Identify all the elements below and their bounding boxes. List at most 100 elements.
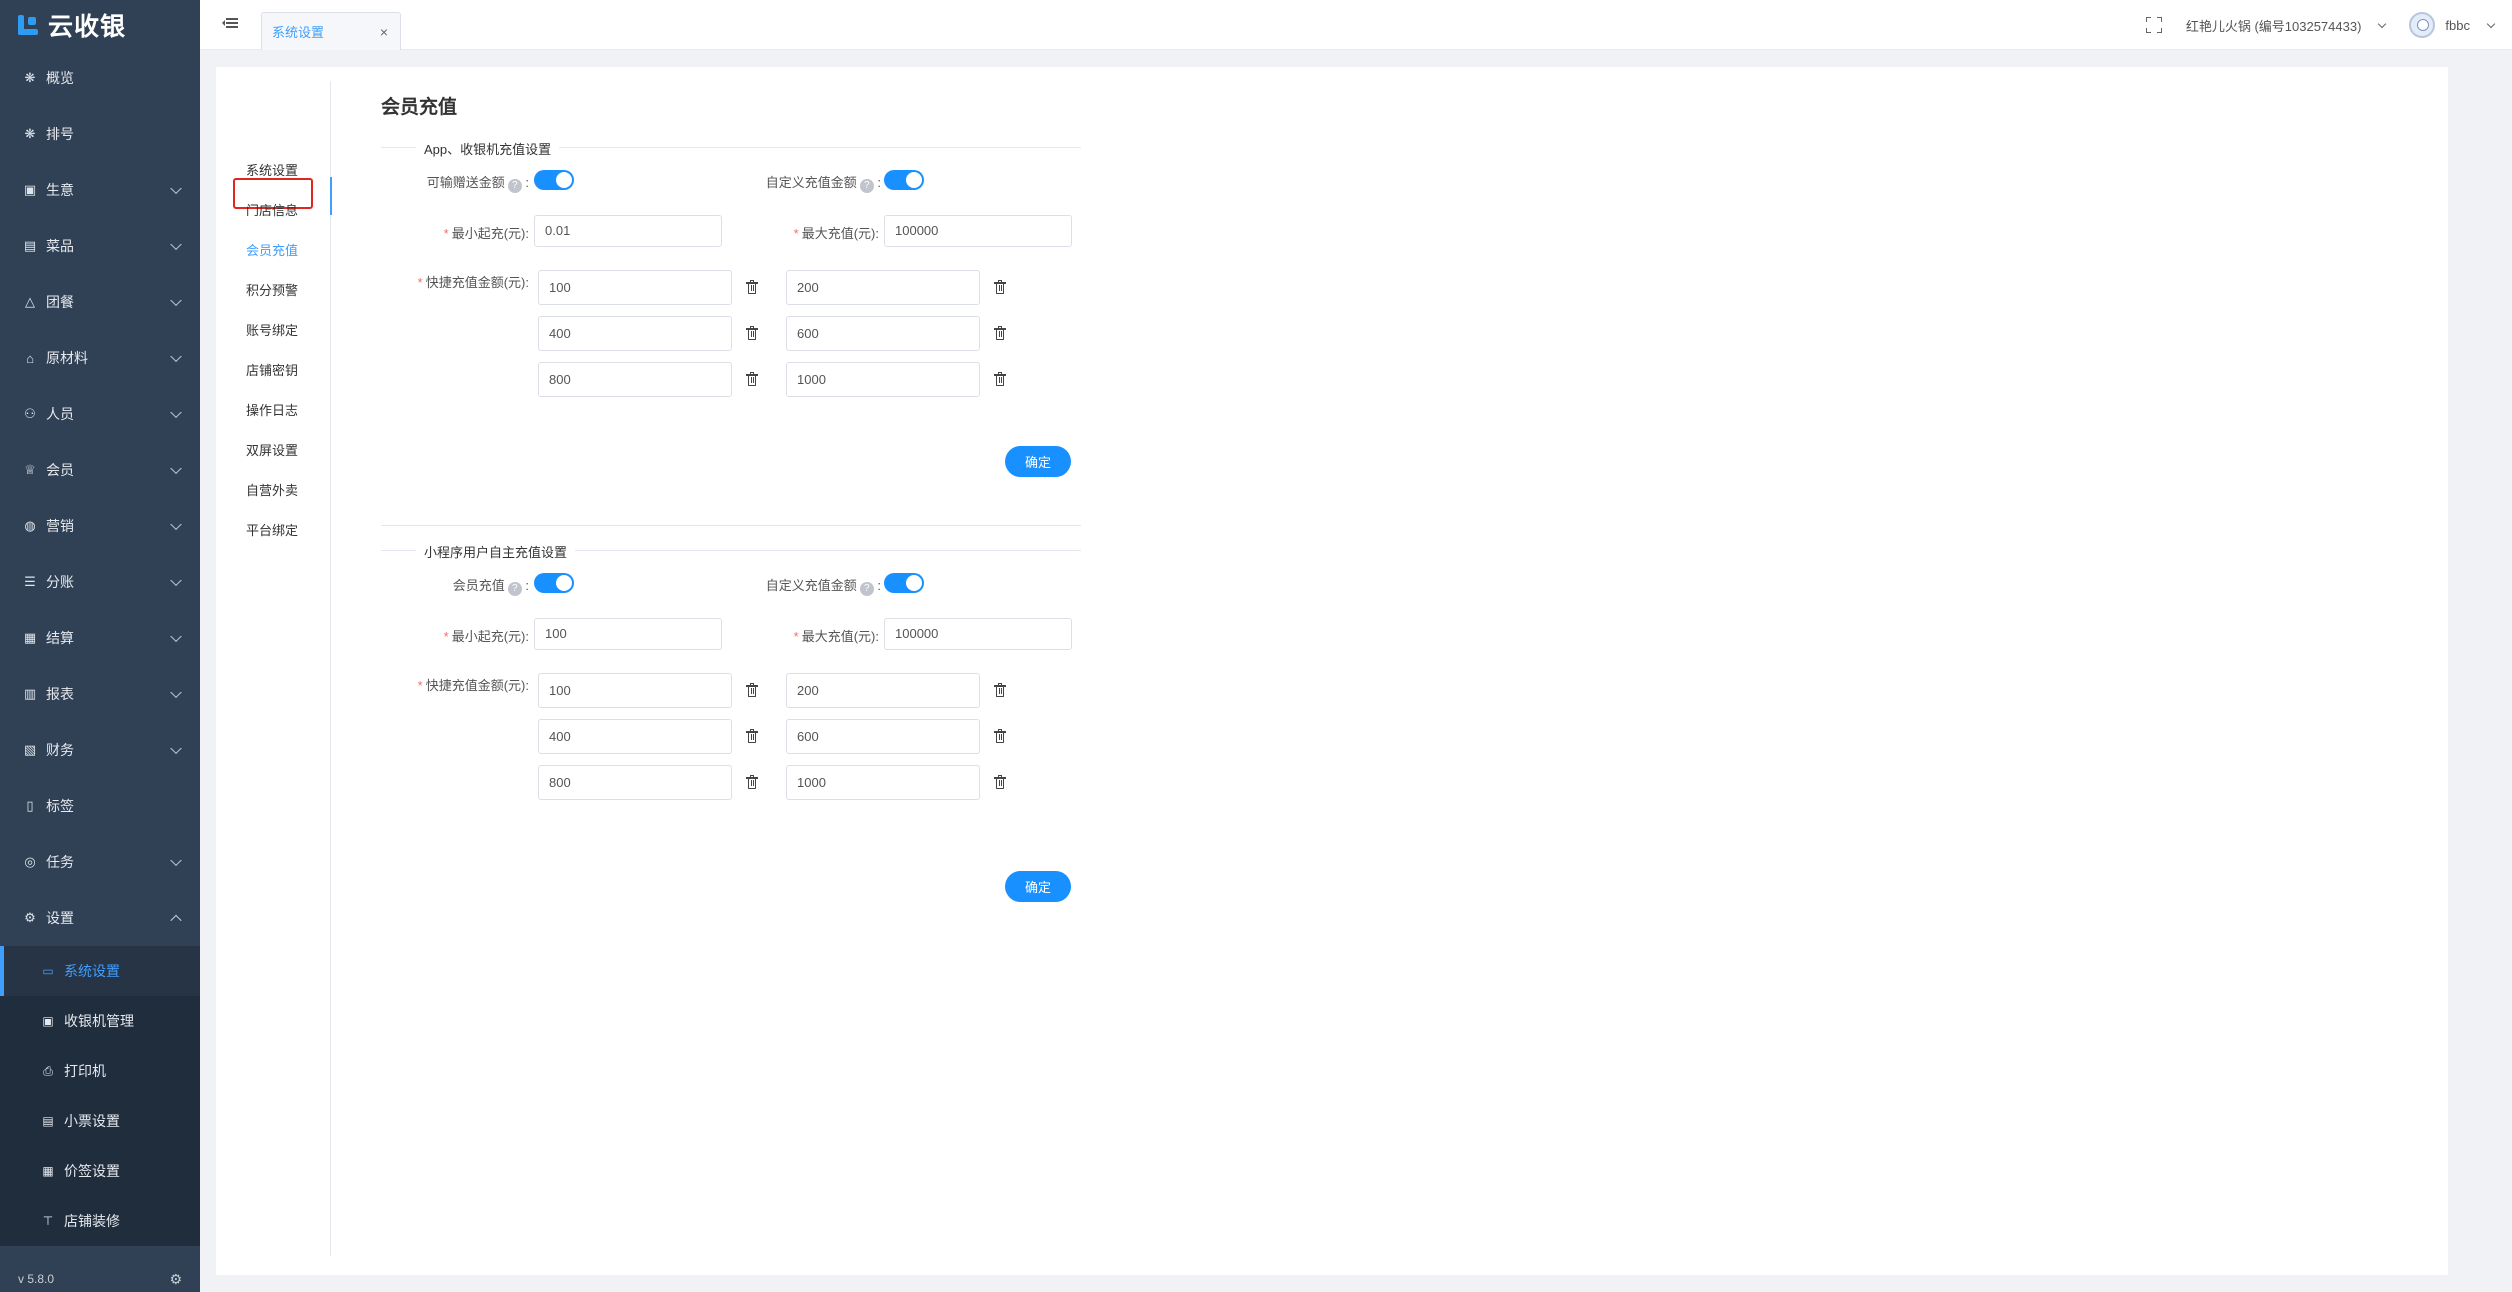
submenu-item[interactable]: ▭ 系统设置 [0, 946, 200, 996]
sidebar-item-label: 结算 [46, 630, 74, 646]
business-icon: ▣ [23, 182, 37, 197]
toggle-switch[interactable] [534, 170, 574, 190]
trash-icon[interactable] [746, 280, 758, 294]
subnav-item[interactable]: 系统设置 [246, 160, 298, 179]
main-card: 系统设置门店信息会员充值积分预警账号绑定店铺密钥操作日志双屏设置自营外卖平台绑定… [216, 67, 2448, 1275]
subnav-item[interactable]: 会员充值 [246, 240, 298, 259]
quick-amount-input[interactable]: 100 [538, 270, 732, 305]
staff-icon: ⚇ [24, 406, 36, 421]
trash-icon[interactable] [994, 280, 1006, 294]
trash-icon[interactable] [994, 372, 1006, 386]
subnav-item[interactable]: 门店信息 [246, 200, 298, 219]
max-recharge-input[interactable]: 100000 [884, 618, 1072, 650]
toggle-switch[interactable] [884, 573, 924, 593]
tab-system-settings[interactable]: 系统设置 × [261, 12, 401, 50]
toggle-label: 自定义充值金额? : [736, 172, 881, 193]
sidebar-item[interactable]: ▯ 标签 [0, 778, 200, 834]
trash-icon[interactable] [746, 729, 758, 743]
submenu-item[interactable]: ⎙ 打印机 [0, 1046, 200, 1096]
help-icon[interactable]: ? [859, 179, 874, 193]
monitor-icon: ▭ [42, 964, 54, 978]
max-recharge-label: * 最大充值(元): [744, 626, 879, 645]
sidebar-item[interactable]: ▣ 生意 [0, 162, 200, 218]
max-recharge-input[interactable]: 100000 [884, 215, 1072, 247]
trash-icon[interactable] [746, 372, 758, 386]
avatar[interactable] [2409, 12, 2436, 38]
subnav-item[interactable]: 店铺密钥 [246, 360, 298, 379]
sidebar-item[interactable]: △ 团餐 [0, 274, 200, 330]
quick-amount-input[interactable]: 800 [538, 765, 732, 800]
min-recharge-input[interactable]: 0.01 [534, 215, 722, 247]
app-name: 云收银 [48, 13, 127, 41]
quick-amount-input[interactable]: 1000 [786, 362, 980, 397]
finance-icon: ▧ [23, 742, 37, 757]
sidebar-item[interactable]: ▦ 结算 [0, 610, 200, 666]
subnav-item[interactable]: 自营外卖 [246, 480, 298, 499]
user-name[interactable]: fbbc [2445, 18, 2470, 33]
help-icon[interactable]: ? [507, 179, 522, 193]
submenu-item-label: 价签设置 [64, 1163, 120, 1179]
quick-amount-input[interactable]: 200 [786, 270, 980, 305]
quick-amount-input[interactable]: 400 [538, 719, 732, 754]
confirm-button[interactable]: 确定 [1005, 871, 1071, 902]
trash-icon[interactable] [994, 326, 1006, 340]
quick-amount-input[interactable]: 600 [786, 719, 980, 754]
store-selector[interactable]: 红艳儿火锅 (编号1032574433) [2186, 16, 2362, 35]
sidebar-item[interactable]: ▤ 菜品 [0, 218, 200, 274]
subnav-item[interactable]: 平台绑定 [246, 520, 298, 539]
sidebar-item[interactable]: ❋ 概览 [0, 50, 200, 106]
collapse-menu-icon[interactable] [222, 16, 238, 30]
sidebar-item-label: 排号 [46, 126, 74, 142]
trash-icon[interactable] [994, 729, 1006, 743]
sidebar-item[interactable]: ⌂ 原材料 [0, 330, 200, 386]
help-icon[interactable]: ? [507, 582, 522, 596]
submenu-item[interactable]: ▦ 价签设置 [0, 1146, 200, 1196]
quick-amount-input[interactable]: 1000 [786, 765, 980, 800]
sidebar-item[interactable]: ◎ 任务 [0, 834, 200, 890]
confirm-button[interactable]: 确定 [1005, 446, 1071, 477]
sidebar-item[interactable]: ▥ 报表 [0, 666, 200, 722]
subnav-item[interactable]: 账号绑定 [246, 320, 298, 339]
quick-amount-input[interactable]: 200 [786, 673, 980, 708]
subnav-item[interactable]: 操作日志 [246, 400, 298, 419]
quick-amount-input[interactable]: 600 [786, 316, 980, 351]
submenu-item[interactable]: ⊤ 店铺装修 [0, 1196, 200, 1246]
gear-icon[interactable]: ⚙ [169, 1271, 182, 1288]
submenu-item[interactable]: ▤ 小票设置 [0, 1096, 200, 1146]
trash-icon[interactable] [746, 326, 758, 340]
trash-icon[interactable] [746, 683, 758, 697]
trash-icon[interactable] [994, 683, 1006, 697]
sidebar-item[interactable]: ⚇ 人员 [0, 386, 200, 442]
sidebar-item[interactable]: ⚙ 设置 [0, 890, 200, 946]
quick-amount-input[interactable]: 400 [538, 316, 732, 351]
quick-amount-input[interactable]: 800 [538, 362, 732, 397]
sidebar-item-label: 财务 [46, 742, 74, 758]
sidebar-item[interactable]: ❋ 排号 [0, 106, 200, 162]
chevron-down-icon[interactable] [2486, 19, 2496, 28]
help-icon[interactable]: ? [859, 582, 874, 596]
trash-icon[interactable] [994, 775, 1006, 789]
sidebar: 云收银 ❋ 概览 ❋ 排号 ▣ 生意 ▤ 菜品 △ 团餐 ⌂ 原材料 ⚇ 人员 ♕ 会员 ◍ 营销 ☰ 分账 ▦ 结算 ▥ 报… [0, 0, 200, 1292]
toggle-switch[interactable] [884, 170, 924, 190]
toggle-switch[interactable] [534, 573, 574, 593]
sidebar-item-label: 会员 [46, 462, 74, 478]
quick-amount-input[interactable]: 100 [538, 673, 732, 708]
fullscreen-icon[interactable] [2145, 17, 2162, 33]
subnav-item[interactable]: 积分预警 [246, 280, 298, 299]
sidebar-item[interactable]: ▧ 财务 [0, 722, 200, 778]
submenu-item[interactable]: ▣ 收银机管理 [0, 996, 200, 1046]
chevron-down-icon[interactable] [2378, 19, 2387, 28]
sidebar-item-label: 报表 [46, 686, 74, 702]
toggle-label-text: 可输赠送金额 [426, 175, 505, 190]
subnav-item[interactable]: 双屏设置 [246, 440, 298, 459]
sidebar-item[interactable]: ♕ 会员 [0, 442, 200, 498]
report-icon: ▥ [23, 686, 37, 701]
close-icon[interactable]: × [380, 24, 388, 40]
sidebar-item[interactable]: ◍ 营销 [0, 498, 200, 554]
toggle-label: 自定义充值金额? : [736, 575, 881, 596]
trash-icon[interactable] [746, 775, 758, 789]
required-mark: * [793, 629, 799, 644]
min-recharge-input[interactable]: 100 [534, 618, 722, 650]
sidebar-item[interactable]: ☰ 分账 [0, 554, 200, 610]
app-logo[interactable]: 云收银 [0, 0, 200, 50]
